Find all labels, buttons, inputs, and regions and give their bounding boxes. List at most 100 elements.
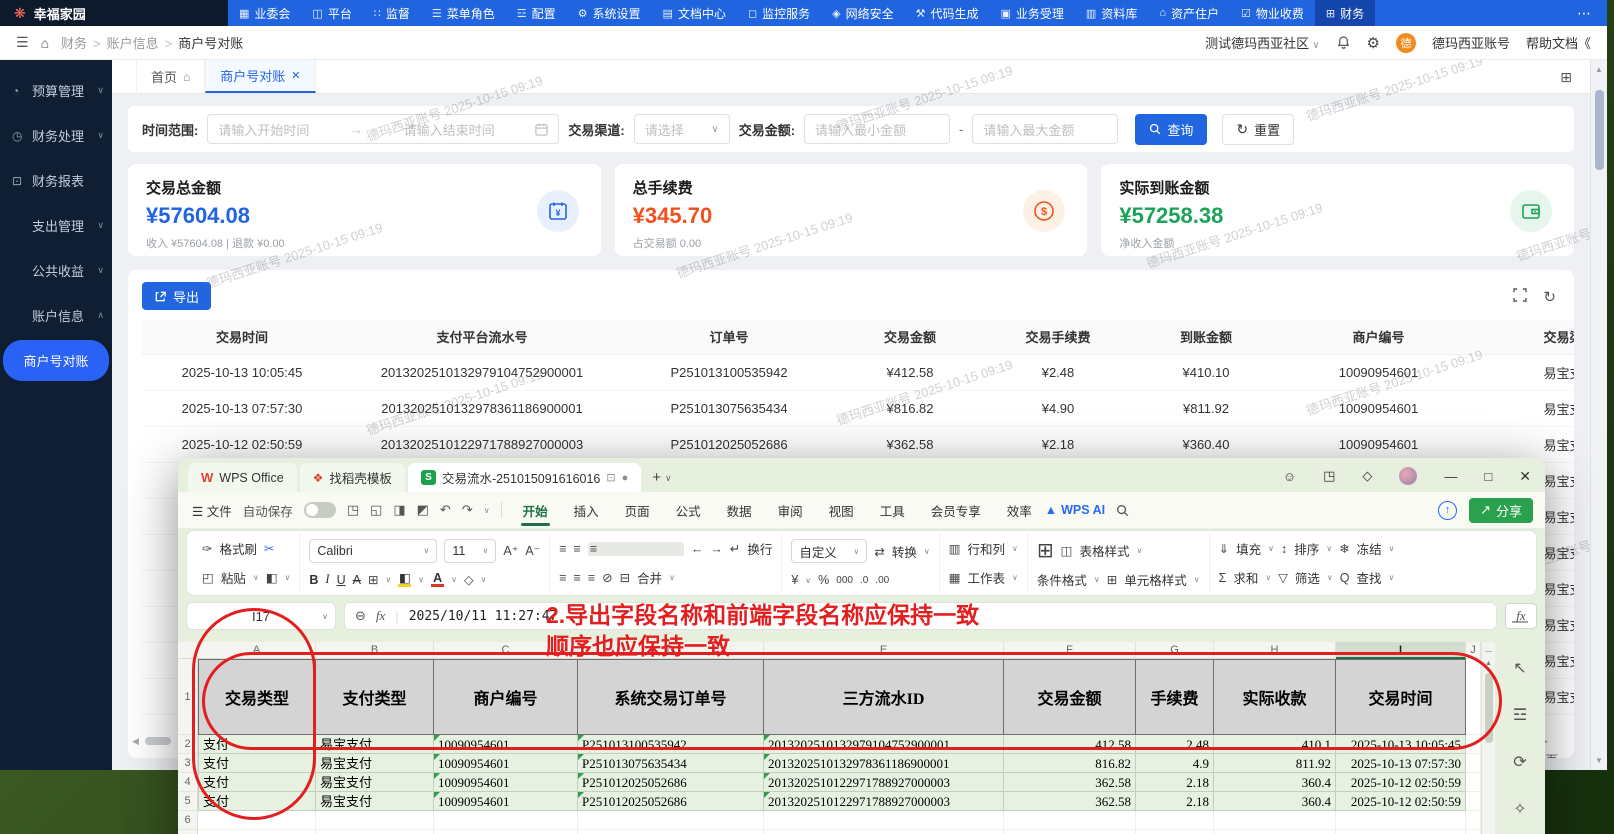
export-button[interactable]: 导出 (142, 282, 212, 310)
wps-menu-tab-审阅[interactable]: 审阅 (776, 493, 805, 528)
sheet-empty-row[interactable]: 6 (178, 811, 1481, 830)
sheet-header-cell[interactable]: 交易时间 (1336, 659, 1466, 735)
file-menu[interactable]: ☰ 文件 (192, 501, 232, 520)
sheet-header-cell[interactable]: 系统交易订单号 (578, 659, 764, 735)
community-select[interactable]: 测试德玛西亚社区 ∨ (1205, 33, 1319, 52)
row-number[interactable]: 6 (178, 811, 198, 830)
percent-icon[interactable]: % (818, 573, 829, 587)
sheet-cell[interactable]: 816.82 (1004, 754, 1136, 773)
sheet-cell[interactable] (316, 811, 434, 830)
sheet-data-row[interactable]: 3 支付 易宝支付 10090954601 P251013075635434 201320… (178, 754, 1481, 773)
wps-tab-templates[interactable]: ❖ 找稻壳模板 (299, 463, 405, 492)
rows-cols-icon[interactable]: ▥ (949, 541, 961, 556)
wps-account-avatar[interactable] (1399, 467, 1418, 485)
row-number[interactable]: 1 (178, 659, 198, 735)
sheet-vscrollbar[interactable]: — ▲ (1481, 642, 1495, 834)
sheet-cell[interactable]: 10090954601 (434, 773, 578, 792)
avatar[interactable]: 德 (1395, 32, 1416, 53)
sheet-cell[interactable]: 易宝支付 (316, 773, 434, 792)
sheet-header-cell[interactable]: 交易类型 (198, 659, 316, 735)
save-icon[interactable]: ◳ (347, 502, 359, 518)
merge-cells-icon[interactable]: ⊟ (620, 570, 630, 585)
align-middle-icon[interactable]: ≡ (574, 542, 581, 556)
font-color-icon[interactable]: A (431, 572, 445, 587)
sheet-cell[interactable]: 362.58 (1004, 773, 1136, 792)
home-icon[interactable]: ⌂ (41, 35, 49, 51)
format-as-table-icon[interactable]: ⊞ (1037, 538, 1054, 563)
wps-tab-office[interactable]: W WPS Office (188, 463, 297, 492)
scroll-thumb[interactable] (1595, 90, 1604, 170)
sheet-scroll-thumb[interactable] (1484, 673, 1493, 743)
wps-menu-tab-开始[interactable]: 开始 (520, 493, 550, 528)
sidebar-item-支出管理[interactable]: 支出管理 ∨ (0, 203, 112, 248)
sheet-cell[interactable] (1004, 830, 1136, 834)
sheet-cell[interactable] (1136, 830, 1214, 834)
sheet-empty-row[interactable]: 7 (178, 830, 1481, 834)
loop-history-icon[interactable]: ⟳ (1513, 752, 1526, 772)
freeze-icon[interactable]: ❄ (1339, 541, 1349, 556)
topnav-item-config[interactable]: ☲ 配置 (506, 0, 567, 26)
align-bottom-icon[interactable]: ≡ (587, 541, 684, 556)
topnav-item-finance[interactable]: ⊞ 财务 (1314, 0, 1376, 26)
sheet-cell[interactable] (1004, 811, 1136, 830)
sheet-cell[interactable]: 10090954601 (434, 792, 578, 811)
new-tab-icon[interactable]: + (652, 469, 661, 486)
sidebar-collapse-icon[interactable]: ☰ (16, 34, 29, 51)
topnav-item-monitor[interactable]: ◻ 监控服务 (737, 0, 821, 26)
sheet-cell[interactable]: 2025-10-13 10:05:45 (1336, 735, 1466, 754)
row-number[interactable]: 5 (178, 792, 198, 811)
sidebar-item-预算管理[interactable]: ◔ 预算管理 ∨ (0, 68, 112, 113)
column-letter-D[interactable]: D (578, 642, 764, 659)
topnav-item-library[interactable]: ▥ 资料库 (1075, 0, 1148, 26)
adjust-sliders-icon[interactable]: ☲ (1513, 705, 1527, 725)
fill-color-icon[interactable]: ◧ (398, 572, 412, 587)
sheet-cell[interactable] (1136, 811, 1214, 830)
sheet-cell[interactable]: 易宝支付 (316, 735, 434, 754)
find-icon[interactable]: Q (1340, 571, 1350, 585)
sheet-header-cell[interactable]: 商户编号 (434, 659, 578, 735)
table-row[interactable]: 2025-10-13 10:05:45 201320251013297910475… (142, 354, 1574, 391)
autosave-toggle[interactable] (303, 502, 336, 518)
wps-menu-tab-效率[interactable]: 效率 (1005, 493, 1034, 528)
align-top-icon[interactable]: ≡ (559, 542, 566, 556)
align-left-icon[interactable]: ≡ (559, 571, 566, 585)
channel-select[interactable]: 请选择 ∨ (633, 114, 730, 144)
number-format-select[interactable]: 自定义 ∨ (791, 539, 868, 563)
sheet-cell[interactable]: 10090954601 (434, 735, 578, 754)
currency-icon[interactable]: ¥ (791, 573, 798, 587)
column-letter-G[interactable]: G (1136, 642, 1214, 659)
column-letter-C[interactable]: C (434, 642, 578, 659)
sheet-cell[interactable] (1466, 830, 1481, 834)
sheet-cell[interactable]: 2.18 (1136, 792, 1214, 811)
window-layers-icon[interactable]: ◳ (1323, 468, 1335, 484)
date-range-input[interactable]: 请输入开始时间 → 请输入结束时间 (207, 114, 560, 144)
table-row[interactable]: 2025-10-13 07:57:30 201320251013297836118… (142, 390, 1574, 427)
sheet-cell[interactable]: 2013202510122971788927000003 (764, 792, 1004, 811)
sheet-cell[interactable]: P251012025052686 (578, 773, 764, 792)
hscroll-thumb[interactable] (144, 737, 171, 745)
tab-layout-icon[interactable]: ⊞ (1560, 69, 1572, 86)
wps-menu-tab-插入[interactable]: 插入 (572, 493, 601, 528)
hscroll-left-icon[interactable]: ◀ (132, 736, 139, 747)
strikethrough-icon[interactable]: A (353, 573, 361, 587)
sheet-header-cell[interactable]: 交易金额 (1004, 659, 1136, 735)
sheet-cell[interactable] (1214, 830, 1336, 834)
wps-tab-current-doc[interactable]: S 交易流水-251015091616016 ⊡ ● (407, 463, 642, 492)
wps-ai-logo[interactable]: ▲ WPS AI (1045, 503, 1105, 517)
page-scrollbar[interactable]: ▲ ▼ (1590, 60, 1607, 770)
sheet-cell[interactable] (1336, 811, 1466, 830)
sheet-cell[interactable]: 支付 (198, 792, 316, 811)
formula-bar[interactable]: ⊖ fx | 2025/10/11 11:27:47 (344, 602, 1497, 630)
sheet-cell[interactable]: 2025-10-12 02:50:59 (1336, 792, 1466, 811)
output-icon[interactable]: ◱ (370, 502, 382, 518)
topnav-item-property-fee[interactable]: ☑ 物业收费 (1230, 0, 1315, 26)
sheet-header-cell[interactable]: 支付类型 (316, 659, 434, 735)
sheet-cell[interactable] (198, 811, 316, 830)
row-number[interactable]: 7 (178, 830, 198, 834)
column-letter-H[interactable]: H (1214, 642, 1336, 659)
sheet-cell[interactable] (434, 811, 578, 830)
sidebar-item-账户信息[interactable]: 账户信息 ∧ (0, 293, 112, 338)
reset-button[interactable]: ↻ 重置 (1222, 113, 1295, 145)
sheet-cell[interactable]: P251013075635434 (578, 754, 764, 773)
min-amount-input[interactable]: 请输入最小金额 (804, 114, 951, 144)
